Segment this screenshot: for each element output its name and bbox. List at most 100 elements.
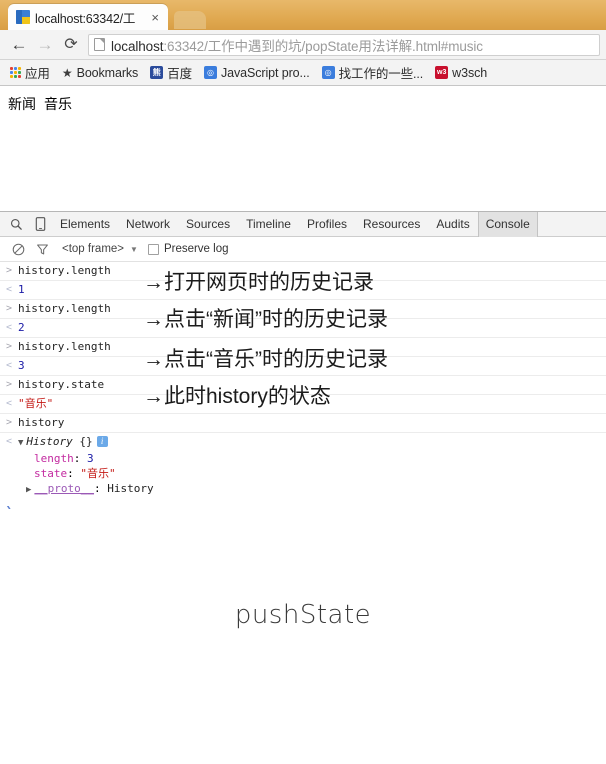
device-toggle-icon[interactable] [28,213,52,235]
navigation-bar: ← → ⟳ localhost:63342/工作中遇到的坑/popState用法… [0,30,606,60]
console-result: 3 [18,359,25,372]
object-braces: {} [79,435,93,448]
annotation-history-state: →此时history的状态 [143,385,331,408]
console-prompt-row[interactable]: ❯ [0,500,606,509]
console-prompt-icon: ❯ [0,503,18,509]
input-prompt-icon: > [5,303,13,314]
output-prompt-icon: < [5,284,13,295]
console-expression: history.length [18,302,111,315]
bookmark-javascript-pro[interactable]: ◎ JavaScript pro... [198,62,316,84]
annotation-click-news: →点击“新闻”时的历史记录 [143,308,388,331]
console-object-row: < ▼ History {} i length: 3 state: "音乐" ▶ __… [0,433,606,500]
console-filter-bar: <top frame> ▼ Preserve log [0,237,606,262]
tab-sources[interactable]: Sources [178,212,238,237]
bookmark-baidu[interactable]: 熊 百度 [144,62,198,84]
apps-grid-icon [10,67,21,78]
expand-toggle-icon[interactable]: ▶ [26,485,31,495]
bookmark-w3schools[interactable]: w3 w3sch [429,62,493,84]
browser-window: localhost:63342/工 × ← → ⟳ localhost:6334… [0,0,606,721]
object-property-state: state: "音乐" [34,467,116,480]
clear-console-icon[interactable] [6,238,30,260]
annotation-open-page: →打开网页时的历史记录 [143,271,374,294]
browser-tab-active[interactable]: localhost:63342/工 × [8,4,168,30]
info-icon[interactable]: i [96,436,108,447]
devtools-panel: Elements Network Sources Timeline Profil… [0,211,606,509]
bookmark-label: 应用 [25,67,50,81]
property-value: "音乐" [80,467,116,480]
expand-toggle-icon[interactable]: ▼ [18,438,23,448]
property-key: length [34,452,74,465]
tab-strip: localhost:63342/工 × [0,0,606,30]
chevron-down-icon[interactable]: ▼ [130,245,138,254]
bookmark-label: w3sch [452,65,488,80]
object-header[interactable]: ▼ History {} i [18,434,108,451]
console-expression: history.state [18,378,105,391]
tab-timeline[interactable]: Timeline [238,212,299,237]
console-expression: history.length [18,340,111,353]
tab-profiles[interactable]: Profiles [299,212,355,237]
bookmark-label: 百度 [167,67,193,81]
console-result: 1 [18,283,25,296]
tab-network[interactable]: Network [118,212,178,237]
tab-audits[interactable]: Audits [428,212,477,237]
bookmark-label: 找工作的一些... [338,67,424,81]
property-key: state [34,467,68,480]
url-host: localhost [111,38,164,54]
input-prompt-icon: > [5,341,13,352]
console-expression: history.length [18,264,111,277]
page-link-news[interactable]: 新闻 [8,96,36,112]
page-nav-links: 新闻 音乐 [8,94,598,114]
property-value: History [107,482,154,495]
search-icon[interactable] [4,213,28,235]
globe-icon: ◎ [321,66,335,79]
tab-title: localhost:63342/工 [35,11,136,26]
tab-console[interactable]: Console [477,211,538,237]
reload-icon[interactable]: ⟳ [58,32,84,58]
output-prompt-icon: < [5,398,13,409]
footer-caption: pushState [234,600,372,630]
output-prompt-icon: < [5,322,13,333]
input-prompt-icon: > [5,379,13,390]
page-viewport: 新闻 音乐 [0,86,606,211]
forward-arrow-icon[interactable]: → [32,32,58,58]
bookmark-label: Bookmarks [76,65,139,80]
output-prompt-icon: < [5,436,13,447]
address-bar[interactable]: localhost:63342/工作中遇到的坑/popState用法详解.htm… [88,33,600,56]
tab-favicon [16,10,30,24]
page-link-music[interactable]: 音乐 [44,96,72,112]
tab-elements[interactable]: Elements [52,212,118,237]
filter-funnel-icon[interactable] [30,238,54,260]
object-constructor-name: History [26,435,73,448]
url-path: :63342/工作中遇到的坑/popState用法详解.html#music [163,38,483,54]
bookmark-bookmarks-folder[interactable]: ★ Bookmarks [56,62,144,84]
bookmark-job-hunting[interactable]: ◎ 找工作的一些... [316,62,430,84]
console-output[interactable]: > history.length < 1 > history.length < … [0,262,606,509]
output-prompt-icon: < [5,360,13,371]
tab-resources[interactable]: Resources [355,212,428,237]
frame-selector[interactable]: <top frame> [62,243,124,255]
annotation-click-music: →点击“音乐”时的历史记录 [143,348,388,371]
w3schools-icon: w3 [435,66,449,79]
console-expression: history [18,416,65,429]
preserve-log-label: Preserve log [163,243,229,255]
bookmark-label: JavaScript pro... [221,65,310,80]
bookmarks-bar: 应用 ★ Bookmarks 熊 百度 ◎ JavaScript pro... … [0,60,606,86]
new-tab-button[interactable] [174,11,206,29]
star-icon: ★ [61,65,73,80]
bookmark-apps[interactable]: 应用 [4,62,56,84]
console-result: 2 [18,321,25,334]
footer-caption-area: pushState [0,509,606,721]
address-bar-url: localhost:63342/工作中遇到的坑/popState用法详解.htm… [111,35,483,55]
globe-icon: ◎ [204,66,218,79]
baidu-icon: 熊 [150,66,164,79]
preserve-log-checkbox[interactable] [147,243,159,255]
close-icon[interactable]: × [148,11,162,24]
object-property-length: length: 3 [34,452,94,465]
devtools-tab-bar: Elements Network Sources Timeline Profil… [0,211,606,237]
console-result: "音乐" [18,397,54,410]
object-property-proto[interactable]: ▶ __proto__: History [0,481,606,498]
back-arrow-icon[interactable]: ← [6,32,32,58]
property-value: 3 [87,452,94,465]
property-key: __proto__ [34,482,95,495]
input-prompt-icon: > [5,417,13,428]
